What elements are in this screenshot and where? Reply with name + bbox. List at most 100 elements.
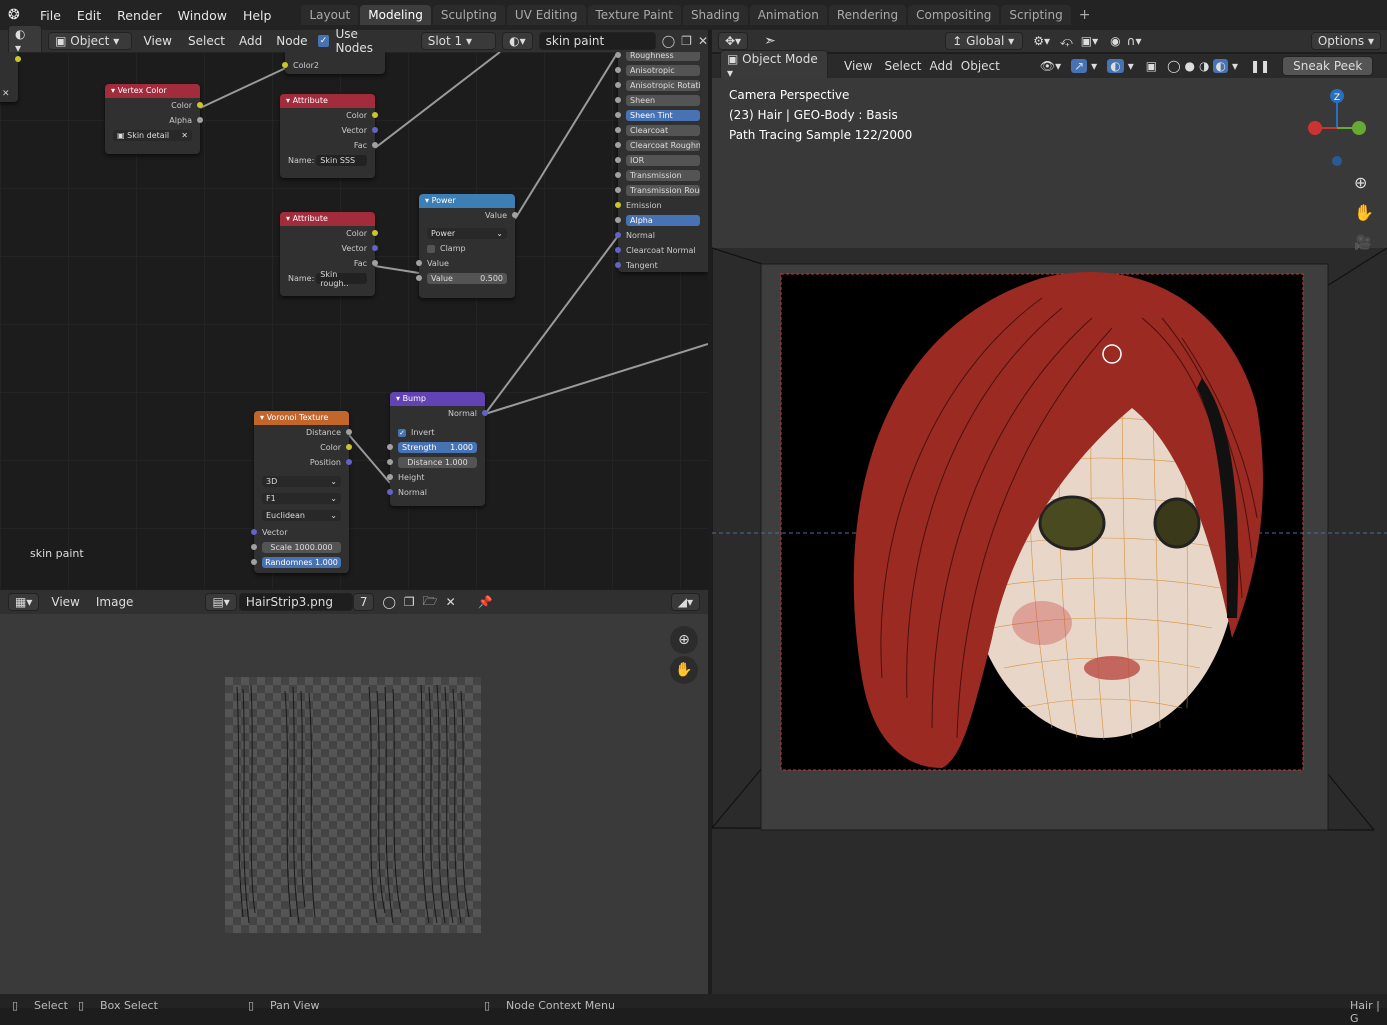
zoom-icon[interactable]: ⊕ xyxy=(670,626,698,654)
principled-bsdf-node[interactable]: Roughness Anisotropic Anisotropic Rotation… xyxy=(615,52,708,272)
tab-compositing[interactable]: Compositing xyxy=(908,5,1000,25)
falloff-icon[interactable]: ∩▾ xyxy=(1127,34,1142,48)
fake-user-shield-icon[interactable]: ◯ xyxy=(382,595,395,609)
principled-socket[interactable] xyxy=(615,97,621,103)
rendered-shading-icon[interactable]: ◐ xyxy=(1213,59,1228,73)
solid-shading-icon[interactable]: ● xyxy=(1185,59,1195,73)
attribute-node-1[interactable]: ▾ Attribute Color Vector Fac Name: Skin S… xyxy=(280,94,378,178)
clamp-checkbox[interactable] xyxy=(427,244,435,253)
tab-texture-paint[interactable]: Texture Paint xyxy=(587,5,681,25)
principled-row[interactable]: Sheen xyxy=(615,93,708,108)
socket-voronoi-position[interactable] xyxy=(346,459,352,465)
color2-node[interactable]: Color2 xyxy=(282,52,385,74)
visibility-eye-icon[interactable]: 👁▾ xyxy=(1040,59,1061,73)
pin-icon[interactable]: 📌 xyxy=(478,595,493,609)
image-users-count[interactable]: 7 xyxy=(352,593,375,611)
principled-row[interactable]: Emission xyxy=(615,198,708,213)
new-image-icon[interactable]: ❐ xyxy=(404,595,415,609)
open-image-icon[interactable]: 🗁 xyxy=(423,592,438,613)
principled-socket[interactable] xyxy=(615,142,621,148)
principled-row[interactable]: Sheen Tint xyxy=(615,108,708,123)
proportional-edit-icon[interactable]: ◉ xyxy=(1110,34,1120,48)
chevron-down-icon[interactable]: ▾ xyxy=(1091,59,1097,73)
viewport-editor-type-icon[interactable]: ✥▾ xyxy=(718,32,749,50)
unlink-material-close-icon[interactable]: ✕ xyxy=(698,34,708,48)
attr2-name-field[interactable]: Skin rough.. xyxy=(316,270,367,288)
menu-node[interactable]: Node xyxy=(272,34,311,48)
principled-socket[interactable] xyxy=(615,262,621,268)
attribute-2-title[interactable]: ▾ Attribute xyxy=(280,212,375,226)
zoom-icon[interactable]: ⊕ xyxy=(1354,173,1367,192)
principled-row[interactable]: Transmission xyxy=(615,168,708,183)
principled-socket[interactable] xyxy=(615,67,621,73)
options-dropdown[interactable]: Options ▾ xyxy=(1310,32,1381,50)
principled-row[interactable]: Roughness xyxy=(615,52,708,63)
image-browse-icon[interactable]: ▤▾ xyxy=(205,593,237,611)
voronoi-randomness-field[interactable]: Randomnes 1.000 xyxy=(262,557,341,568)
socket-attr1-fac[interactable] xyxy=(372,142,378,148)
socket-partial-out[interactable] xyxy=(15,56,21,62)
left-close-icon[interactable]: ✕ xyxy=(2,89,10,99)
socket-power-out[interactable] xyxy=(512,212,518,218)
transform-orientation-select[interactable]: ↥ Global ▾ xyxy=(945,32,1024,50)
socket-attr1-color[interactable] xyxy=(372,112,378,118)
snap-target-icon[interactable]: ▣▾ xyxy=(1081,34,1098,48)
invert-checkbox[interactable]: ✓ xyxy=(398,428,406,437)
principled-socket[interactable] xyxy=(615,247,621,253)
principled-socket[interactable] xyxy=(615,127,621,133)
node-editor-canvas[interactable]: ✕ Color2 ▾ Vertex Color Color Alpha ▣ Sk… xyxy=(0,52,708,588)
principled-socket[interactable] xyxy=(615,82,621,88)
voronoi-dimension-select[interactable]: 3D ⌄ xyxy=(262,476,341,487)
principled-socket[interactable] xyxy=(615,52,621,58)
menu-vp-view[interactable]: View xyxy=(836,59,880,73)
principled-row[interactable]: Anisotropic Rotation xyxy=(615,78,708,93)
principled-row[interactable]: Clearcoat Normal xyxy=(615,243,708,258)
snap-icon[interactable]: ⤽ xyxy=(1060,34,1073,49)
tab-modeling[interactable]: Modeling xyxy=(360,5,431,25)
socket-bump-distance[interactable] xyxy=(387,459,393,465)
menu-vp-object[interactable]: Object xyxy=(957,59,1004,73)
wireframe-shading-icon[interactable]: ◯ xyxy=(1167,59,1180,73)
use-nodes-checkbox[interactable]: ✓ xyxy=(317,35,330,47)
principled-socket[interactable] xyxy=(615,112,621,118)
socket-color2[interactable] xyxy=(282,62,288,68)
menu-add[interactable]: Add xyxy=(235,34,266,48)
material-name-field[interactable]: skin paint xyxy=(538,32,656,50)
principled-row[interactable]: Clearcoat Roughness xyxy=(615,138,708,153)
voronoi-metric-select[interactable]: Euclidean ⌄ xyxy=(262,510,341,521)
chevron-down-icon[interactable]: ▾ xyxy=(1128,59,1134,73)
menu-edit[interactable]: Edit xyxy=(69,8,109,23)
object-type-select[interactable]: ▣ Object ▾ xyxy=(48,32,132,50)
menu-vp-add[interactable]: Add xyxy=(926,59,957,73)
tab-sculpting[interactable]: Sculpting xyxy=(432,5,505,25)
principled-socket[interactable] xyxy=(615,172,621,178)
socket-power-in[interactable] xyxy=(416,260,422,266)
bump-strength-field[interactable]: Strength 1.000 xyxy=(398,442,477,453)
principled-row[interactable]: Alpha xyxy=(615,213,708,228)
image-name-field[interactable]: HairStrip3.png xyxy=(238,593,353,611)
menu-view-image[interactable]: View xyxy=(47,595,83,609)
menu-render[interactable]: Render xyxy=(109,8,170,23)
tab-rendering[interactable]: Rendering xyxy=(828,5,907,25)
blender-logo-icon[interactable]: ❂ xyxy=(8,7,32,23)
sneak-peek-button[interactable]: Sneak Peek xyxy=(1282,56,1374,76)
power-operation-select[interactable]: Power ⌄ xyxy=(427,228,507,239)
socket-voronoi-color[interactable] xyxy=(346,444,352,450)
image-editor-type-icon[interactable]: ▦▾ xyxy=(8,593,40,611)
menu-view[interactable]: View xyxy=(138,34,178,48)
principled-socket[interactable] xyxy=(615,217,621,223)
vertex-color-node[interactable]: ▾ Vertex Color Color Alpha ▣ Skin detail… xyxy=(105,84,203,154)
unlink-image-close-icon[interactable]: ✕ xyxy=(446,595,456,609)
principled-row[interactable]: Normal xyxy=(615,228,708,243)
menu-select[interactable]: Select xyxy=(184,34,229,48)
socket-attr2-color[interactable] xyxy=(372,230,378,236)
principled-row[interactable]: Transmission Roughn xyxy=(615,183,708,198)
tab-layout[interactable]: Layout xyxy=(301,5,359,25)
socket-voronoi-random[interactable] xyxy=(251,559,257,565)
socket-attr1-vector[interactable] xyxy=(372,127,378,133)
socket-attr2-fac[interactable] xyxy=(372,260,378,266)
menu-image[interactable]: Image xyxy=(92,595,138,609)
socket-bump-strength[interactable] xyxy=(387,444,393,450)
pan-hand-icon[interactable]: ✋ xyxy=(670,656,698,684)
socket-power-value[interactable] xyxy=(416,275,422,281)
